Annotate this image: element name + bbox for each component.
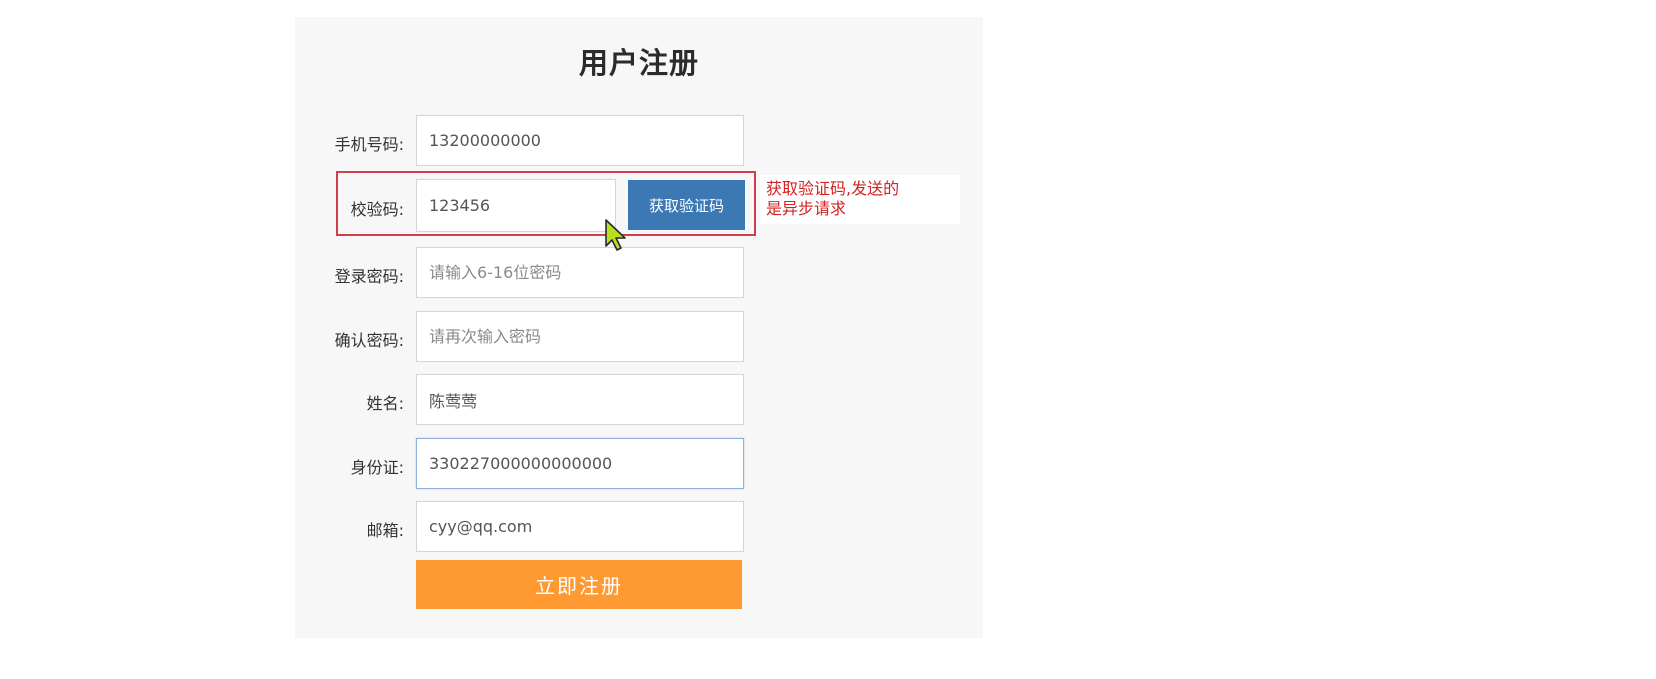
annotation-line-2: 是异步请求 [766,199,847,218]
email-label: 邮箱: [366,521,404,540]
id-card-label: 身份证: [350,458,404,477]
id-card-input[interactable] [416,438,744,489]
confirm-password-label: 确认密码: [334,331,404,350]
name-input[interactable] [416,374,744,425]
email-input[interactable] [416,501,744,552]
verification-code-input[interactable] [416,179,616,232]
name-label: 姓名: [366,394,404,413]
register-submit-button[interactable]: 立即注册 [416,560,742,609]
password-label: 登录密码: [334,267,404,286]
phone-label: 手机号码: [334,135,404,154]
annotation-note: 获取验证码,发送的 是异步请求 [760,175,960,224]
code-label: 校验码: [350,200,404,219]
mouse-pointer-icon [605,219,626,251]
password-input[interactable] [416,247,744,298]
get-code-button[interactable]: 获取验证码 [628,180,745,230]
annotation-line-1: 获取验证码,发送的 [766,179,900,198]
phone-input[interactable] [416,115,744,166]
page-title: 用户注册 [578,46,699,80]
confirm-password-input[interactable] [416,311,744,362]
